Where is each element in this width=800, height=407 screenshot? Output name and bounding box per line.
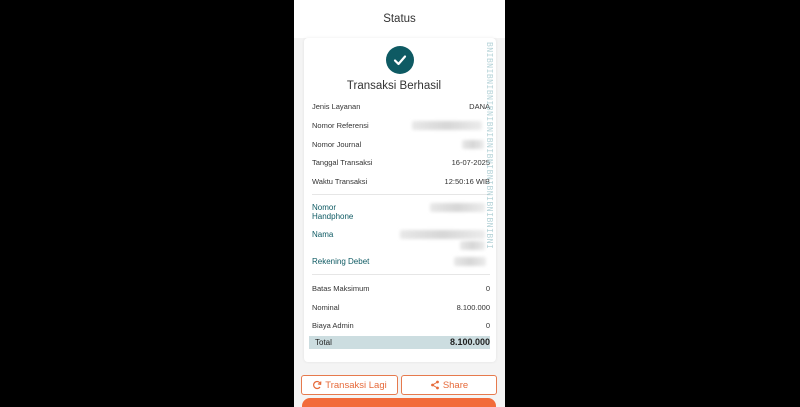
share-button[interactable]: Share — [401, 375, 497, 395]
page-title: Status — [383, 13, 416, 25]
repeat-transaction-label: Transaksi Lagi — [325, 379, 387, 391]
amount-label: Nominal — [312, 303, 340, 312]
detail-label: Nomor Referensi — [312, 121, 369, 130]
detail-label: Jenis Layanan — [312, 102, 361, 111]
total-value: 8.100.000 — [449, 337, 490, 347]
recipient-label: Rekening Debet — [312, 257, 370, 266]
amount-label: Batas Maksimum — [312, 284, 370, 293]
divider — [312, 194, 490, 195]
detail-label: Tanggal Transaksi — [312, 158, 373, 167]
redacted-value — [430, 203, 485, 212]
redacted-value — [460, 241, 485, 250]
phone-screen: Status Transaksi Berhasil Jenis Layanan … — [294, 0, 505, 407]
detail-label: Nomor Journal — [312, 140, 362, 149]
detail-label: Waktu Transaksi — [312, 177, 368, 186]
redacted-value — [412, 121, 482, 130]
recipient-label: Nama — [312, 230, 334, 239]
repeat-transaction-button[interactable]: Transaksi Lagi — [301, 375, 398, 395]
recipient-label: Nomor Handphone — [312, 203, 354, 221]
share-icon — [430, 380, 439, 390]
share-label: Share — [442, 379, 469, 391]
divider — [312, 274, 490, 275]
detail-value: 12:50:16 WIB — [444, 177, 490, 186]
redacted-value — [462, 140, 484, 149]
total-label: Total — [315, 338, 332, 347]
refresh-icon — [313, 380, 322, 390]
redacted-value — [400, 230, 485, 239]
success-check-icon — [386, 46, 414, 74]
header: Status — [294, 0, 505, 38]
bni-watermark: BNIBNIBNIBNIBNIBNIBNIBNIBNIBNIBNIBNIBNI — [485, 42, 494, 250]
status-title: Transaksi Berhasil — [346, 80, 442, 92]
amount-label: Biaya Admin — [312, 321, 354, 330]
redacted-value — [454, 257, 486, 266]
total-bar: Total 8.100.000 — [309, 336, 490, 349]
primary-action-button[interactable] — [302, 398, 496, 407]
receipt-card: Transaksi Berhasil Jenis Layanan DANA No… — [304, 38, 496, 362]
